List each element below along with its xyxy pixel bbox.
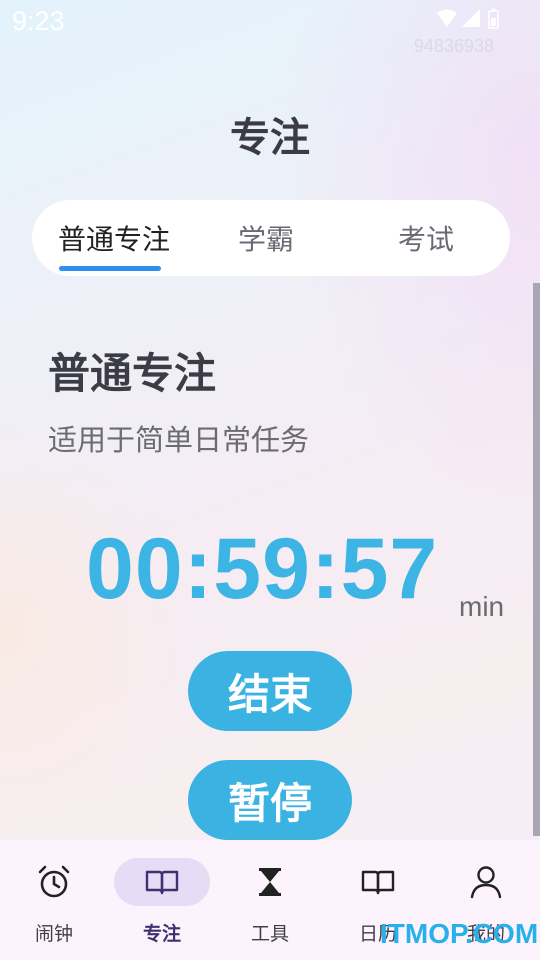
tab-exam[interactable]: 考试 [398, 218, 454, 258]
person-icon [470, 866, 502, 899]
status-bar: 9:23 94836938 [0, 0, 540, 56]
hourglass-icon [259, 868, 281, 896]
tab-xueba[interactable]: 学霸 [238, 218, 294, 258]
countdown-timer: 00:59:57 [86, 521, 439, 617]
nav-item-tools[interactable]: 工具 [216, 840, 324, 960]
wifi-icon [437, 9, 457, 27]
tab-normal-focus[interactable]: 普通专注 [58, 218, 170, 258]
alarm-clock-icon [38, 865, 70, 898]
nav-item-alarm[interactable]: 闹钟 [0, 840, 108, 960]
site-watermark: ITMOP.COM [380, 918, 539, 949]
background-tint [0, 420, 200, 840]
tab-bar: 普通专注 学霸 考试 [32, 200, 510, 276]
status-icons [437, 8, 499, 29]
nav-label: 专注 [142, 923, 181, 945]
scrollbar[interactable] [533, 283, 540, 836]
mode-description: 适用于简单日常任务 [48, 423, 310, 457]
battery-icon [488, 8, 499, 29]
nav-item-focus[interactable]: 专注 [108, 840, 216, 960]
active-tab-indicator [59, 266, 161, 271]
signal-icon [462, 9, 480, 27]
pause-button[interactable]: 暂停 [188, 760, 352, 840]
book-icon [145, 870, 179, 895]
nav-label: 工具 [250, 923, 289, 945]
timer-unit: min [459, 591, 505, 622]
nav-label: 闹钟 [34, 923, 73, 945]
mode-title: 普通专注 [48, 349, 217, 398]
status-time: 9:23 [12, 6, 65, 36]
device-id-text: 94836938 [413, 36, 494, 56]
book-icon [361, 870, 395, 895]
page-title: 专注 [230, 115, 310, 161]
end-button[interactable]: 结束 [188, 651, 352, 731]
